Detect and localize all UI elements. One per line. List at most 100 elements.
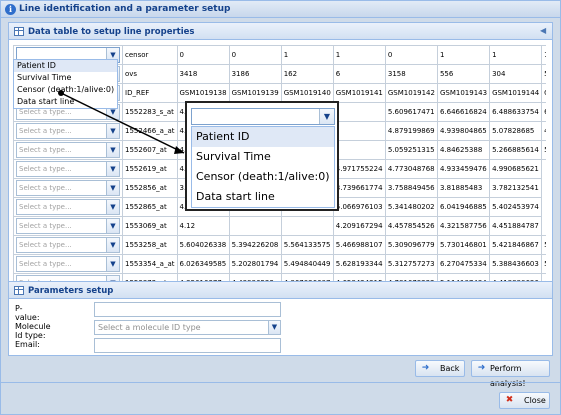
back-button[interactable]: ➜ Back [415, 360, 465, 377]
table-cell[interactable]: 5.07828685 [489, 121, 543, 141]
email-input[interactable] [94, 338, 281, 353]
dropdown-option-censor[interactable]: Censor (death:1/alive:0) [14, 84, 117, 96]
table-cell[interactable]: GSM1019139 [228, 83, 282, 103]
type-select[interactable]: Select a type... ▼ [16, 161, 120, 177]
table-cell[interactable]: 1553354_a_at [122, 254, 178, 274]
table-cell[interactable]: 1 [489, 45, 543, 65]
table-cell[interactable]: GSM1019143 [436, 83, 491, 103]
table-cell[interactable]: ID_REF [122, 83, 178, 103]
table-cell[interactable]: 4.84625388 [436, 140, 491, 160]
table-cell[interactable]: 1552865_at [122, 197, 178, 217]
type-select[interactable]: Select a type... ▼ [16, 180, 120, 196]
table-cell[interactable]: 5.309096779 [384, 235, 438, 255]
table-cell[interactable]: 1553258_at [122, 235, 178, 255]
table-cell[interactable]: 5.466988107 [332, 235, 386, 255]
table-cell[interactable]: 6.646616824 [436, 102, 491, 122]
table-cell[interactable]: 4.12 [176, 216, 230, 236]
table-cell[interactable]: 5.421846867 [489, 235, 543, 255]
table-cell[interactable]: GSM1019140 [280, 83, 334, 103]
table-cell[interactable]: 1552607_at [122, 140, 178, 160]
table-cell[interactable]: 5.609617471 [384, 102, 438, 122]
table-cell[interactable]: 4.879199869 [384, 121, 438, 141]
table-cell[interactable]: 3.739661774 [332, 178, 386, 198]
table-cell[interactable]: 4.451884787 [489, 216, 543, 236]
table-cell[interactable]: 5.604026338 [176, 235, 230, 255]
table-cell[interactable] [332, 121, 386, 141]
type-select[interactable]: Select a type... ▼ [16, 142, 120, 158]
table-cell[interactable]: GSM1019145 [541, 83, 546, 103]
table-cell[interactable] [280, 216, 334, 236]
zoomed-option-censor[interactable]: Censor (death:1/alive:0) [192, 167, 334, 187]
dropdown-option-data-start[interactable]: Data start line [14, 96, 117, 108]
dropdown-option-survival-time[interactable]: Survival Time [14, 72, 117, 84]
chevron-down-icon[interactable]: ▼ [106, 143, 119, 157]
pvalue-input[interactable] [94, 302, 281, 317]
table-cell[interactable]: 3.81885483 [436, 178, 491, 198]
table-cell[interactable]: 6 [332, 64, 386, 84]
table-cell[interactable]: 5.341480202 [384, 197, 438, 217]
collapse-left-icon[interactable]: ◀ [540, 26, 550, 36]
type-select[interactable]: Select a type... ▼ [16, 237, 120, 253]
table-cell[interactable]: 4.209167294 [332, 216, 386, 236]
table-cell[interactable]: 5.059251315 [384, 140, 438, 160]
table-cell[interactable]: censor [122, 45, 178, 65]
perform-analysis-button[interactable]: ➜ Perform analysis! [471, 360, 550, 388]
table-cell[interactable]: 3.782132541 [489, 178, 543, 198]
table-cell[interactable]: 4.990685621 [489, 159, 543, 179]
table-cell[interactable]: 162 [280, 64, 334, 84]
molecule-type-select[interactable]: Select a molecule ID type ▼ [94, 320, 281, 335]
table-cell[interactable]: 6.365180054 [541, 102, 546, 122]
table-cell[interactable]: 6.026349585 [176, 254, 230, 274]
zoomed-option-survival-time[interactable]: Survival Time [192, 147, 334, 167]
table-cell[interactable]: 1 [332, 45, 386, 65]
table-cell[interactable]: 4.939804865 [436, 121, 491, 141]
table-cell[interactable]: 4.971755224 [332, 159, 386, 179]
table-cell[interactable]: 1 [436, 45, 491, 65]
chevron-down-icon[interactable]: ▼ [106, 181, 119, 195]
table-cell[interactable]: 304 [489, 64, 543, 84]
close-button[interactable]: ✖ Close [499, 392, 550, 409]
zoomed-option-data-start[interactable]: Data start line [192, 187, 334, 207]
table-cell[interactable]: 5.402453974 [489, 197, 543, 217]
table-cell[interactable]: 0 [176, 45, 230, 65]
chevron-down-icon[interactable]: ▼ [106, 162, 119, 176]
table-cell[interactable]: 5.202801794 [228, 254, 282, 274]
table-cell[interactable]: 0 [384, 45, 438, 65]
table-cell[interactable]: 4.933459476 [436, 159, 491, 179]
table-cell[interactable]: 590 [541, 64, 546, 84]
dropdown-option-patient-id[interactable]: Patient ID [14, 60, 117, 72]
table-cell[interactable]: 3418 [176, 64, 230, 84]
zoomed-option-patient-id[interactable]: Patient ID [192, 127, 334, 147]
table-cell[interactable]: GSM1019144 [489, 83, 543, 103]
table-cell[interactable]: 5.357693302 [541, 254, 546, 274]
table-cell[interactable]: 1553069_at [122, 216, 178, 236]
table-cell[interactable]: 556 [436, 64, 491, 84]
table-cell[interactable]: 5.066976103 [332, 197, 386, 217]
table-cell[interactable]: 4.457854526 [384, 216, 438, 236]
table-cell[interactable]: 5.494840449 [280, 254, 334, 274]
type-select[interactable]: Select a type... ▼ [16, 199, 120, 215]
table-cell[interactable]: 3158 [384, 64, 438, 84]
table-cell[interactable]: GSM1019138 [176, 83, 230, 103]
chevron-down-icon[interactable]: ▼ [268, 321, 280, 334]
table-cell[interactable]: 3.758849456 [384, 178, 438, 198]
chevron-down-icon[interactable]: ▼ [319, 109, 334, 124]
table-cell[interactable]: 6.488633754 [489, 102, 543, 122]
table-cell[interactable]: 5.564133575 [280, 235, 334, 255]
type-select[interactable]: Select a type... ▼ [16, 256, 120, 272]
type-select[interactable]: Select a type... ▼ [16, 218, 120, 234]
table-cell[interactable]: GSM1019142 [384, 83, 438, 103]
table-cell[interactable]: 0 [228, 45, 282, 65]
table-cell[interactable]: 4.773048768 [384, 159, 438, 179]
table-cell[interactable]: 5.266885614 [489, 140, 543, 160]
chevron-down-icon[interactable]: ▼ [106, 200, 119, 214]
type-select[interactable]: Select a type... ▼ [16, 123, 120, 139]
table-cell[interactable]: 5.730146801 [436, 235, 491, 255]
table-cell[interactable]: 1552856_at [122, 178, 178, 198]
chevron-down-icon[interactable]: ▼ [106, 219, 119, 233]
table-cell[interactable]: 1552283_s_at [122, 102, 178, 122]
table-cell[interactable] [332, 140, 386, 160]
table-cell[interactable]: 5.394226208 [228, 235, 282, 255]
table-cell[interactable]: GSM1019141 [332, 83, 386, 103]
table-cell[interactable]: ovs [122, 64, 178, 84]
